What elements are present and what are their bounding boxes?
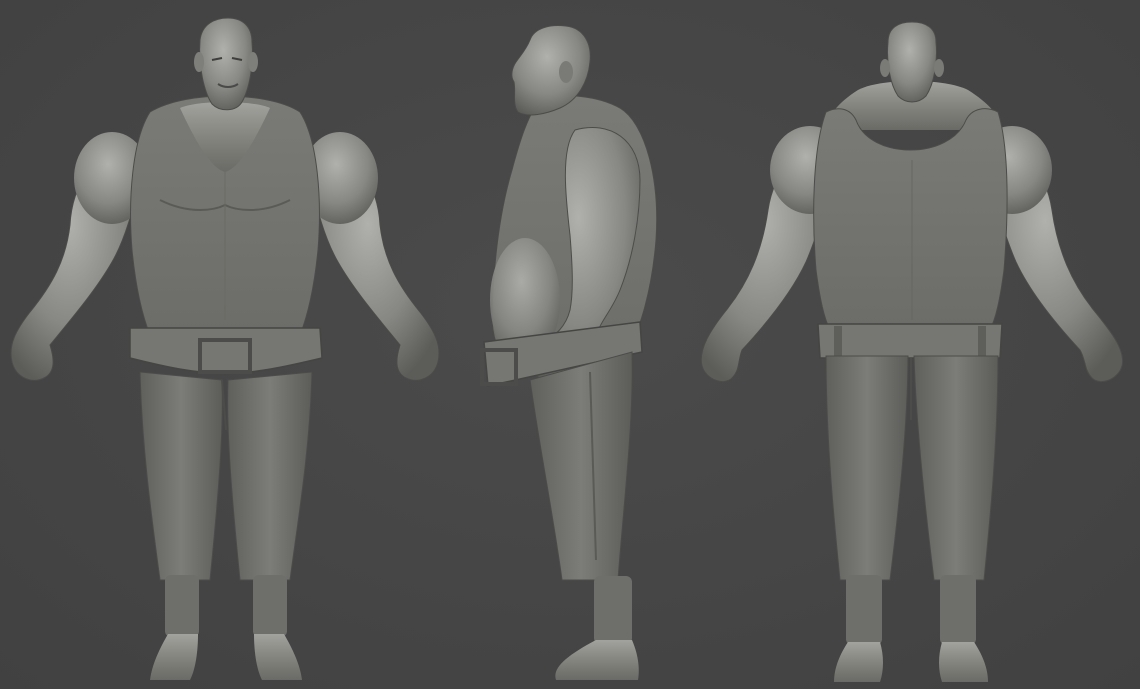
front-left-ear (194, 52, 204, 72)
back-right-leg (913, 355, 999, 581)
back-right-ear (934, 59, 944, 77)
back-left-foot (834, 642, 883, 682)
back-head (887, 21, 937, 103)
back-right-cuff (940, 575, 976, 645)
back-right-foot (939, 642, 988, 682)
front-left-leg (139, 371, 223, 581)
side-cuff (594, 576, 632, 644)
side-leg (529, 351, 633, 581)
back-torso (813, 108, 1008, 331)
front-belt (129, 327, 323, 375)
front-head (199, 17, 253, 111)
side-foot (555, 640, 639, 680)
front-right-ear (248, 52, 258, 72)
front-right-leg (227, 371, 313, 581)
back-view (700, 21, 1124, 682)
front-left-foot (150, 634, 198, 680)
turnaround-svg (10, 17, 1124, 682)
back-left-cuff (846, 575, 882, 645)
back-left-ear (880, 59, 890, 77)
back-left-leg (825, 355, 909, 581)
front-view (10, 17, 440, 680)
front-right-foot (254, 634, 302, 680)
front-right-cuff (253, 575, 287, 637)
side-ear (559, 61, 573, 83)
front-left-cuff (165, 575, 199, 637)
sculpt-turnaround-canvas (0, 0, 1140, 689)
back-belt (817, 323, 1003, 359)
side-view (480, 25, 658, 680)
